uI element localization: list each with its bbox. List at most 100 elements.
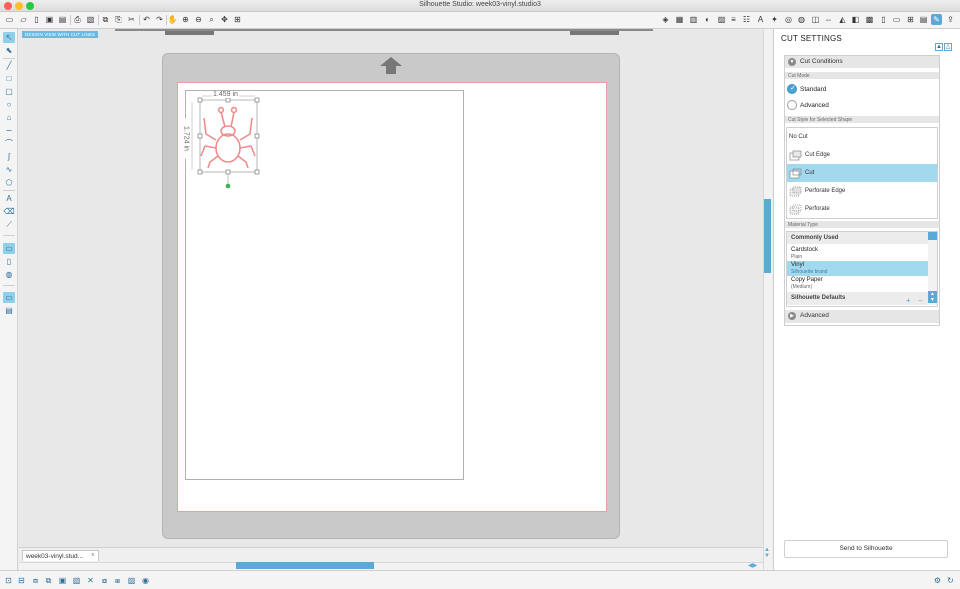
fill-icon[interactable]: ◈ bbox=[660, 14, 671, 25]
zoom-out-icon[interactable]: ⊖ bbox=[193, 14, 204, 25]
close-tab-icon[interactable]: x bbox=[92, 552, 95, 558]
polygon-tool-icon[interactable]: ⌂ bbox=[3, 112, 15, 123]
radio-advanced[interactable] bbox=[787, 100, 797, 110]
modify-shape-icon[interactable]: ⧆ bbox=[112, 575, 123, 586]
regular-polygon-icon[interactable]: ⬠ bbox=[3, 177, 15, 188]
print-icon[interactable]: ⎙ bbox=[72, 14, 83, 25]
send-print-icon[interactable]: ▧ bbox=[85, 14, 96, 25]
new-document-icon[interactable]: ▭ bbox=[4, 14, 15, 25]
arc-tool-icon[interactable]: ⌒ bbox=[3, 138, 15, 149]
rounded-rectangle-tool-icon[interactable]: ▢ bbox=[3, 86, 15, 97]
undo-icon[interactable]: ↶ bbox=[141, 14, 152, 25]
mode-advanced-option[interactable]: Advanced bbox=[787, 100, 829, 110]
image-effects-icon[interactable]: ▩ bbox=[864, 14, 875, 25]
store-tool-icon[interactable]: ◍ bbox=[3, 269, 15, 280]
library-tool-icon[interactable]: ▯ bbox=[3, 256, 15, 267]
horizontal-scrollbar[interactable] bbox=[19, 562, 763, 570]
material-copy-paper[interactable]: Copy Paper (Medium) bbox=[787, 276, 928, 291]
cut-style-cut[interactable]: Cut bbox=[787, 164, 937, 182]
advanced-header[interactable]: ▶ Advanced bbox=[785, 310, 939, 323]
release-compound-icon[interactable]: ⧉ bbox=[43, 575, 54, 586]
knockout-icon[interactable]: ◉ bbox=[140, 575, 151, 586]
ungroup-icon[interactable]: ⊟ bbox=[16, 575, 27, 586]
vertical-scrollbar[interactable] bbox=[763, 29, 772, 570]
replicate-icon[interactable]: ☷ bbox=[741, 14, 752, 25]
edit-points-icon[interactable]: ⬉ bbox=[3, 45, 15, 56]
smooth-freehand-icon[interactable]: ∿ bbox=[3, 164, 15, 175]
document-tab[interactable]: week03-vinyl.stud... x bbox=[22, 550, 99, 561]
save-icon[interactable]: ▣ bbox=[44, 14, 55, 25]
grid-icon[interactable]: ⊞ bbox=[905, 14, 916, 25]
material-vinyl[interactable]: Vinyl Silhouette brand bbox=[787, 261, 928, 276]
scroll-left-icon[interactable]: ◀▶ bbox=[748, 562, 757, 569]
modify-icon[interactable]: ◫ bbox=[810, 14, 821, 25]
view-mode-icon[interactable]: ▭ bbox=[3, 292, 15, 303]
line-tool-icon[interactable]: ╱ bbox=[3, 60, 15, 71]
material-cardstock[interactable]: Cardstock Plain bbox=[787, 246, 928, 261]
ellipse-tool-icon[interactable]: ○ bbox=[3, 99, 15, 110]
compound-path-icon[interactable]: ⧈ bbox=[30, 575, 41, 586]
group-icon[interactable]: ⊡ bbox=[3, 575, 14, 586]
eraser-icon[interactable]: ◧ bbox=[850, 14, 861, 25]
transform-icon[interactable]: ⇔ bbox=[823, 14, 834, 25]
split-view-icon[interactable]: ▤ bbox=[3, 305, 15, 316]
panel-collapse-icon[interactable]: △ bbox=[944, 43, 952, 51]
knife-tool-icon[interactable]: ⟋ bbox=[3, 219, 15, 230]
select-tool-icon[interactable]: ↖ bbox=[3, 32, 15, 43]
remove-material-icon[interactable]: − bbox=[918, 296, 923, 305]
gradient-icon[interactable]: ◐ bbox=[702, 14, 713, 25]
cut-style-no-cut[interactable]: No Cut bbox=[787, 128, 937, 146]
delete-icon[interactable]: ✕ bbox=[85, 575, 96, 586]
cut-style-cut-edge[interactable]: Cut Edge bbox=[787, 146, 937, 164]
material-scroll-thumb[interactable] bbox=[928, 232, 937, 240]
line-style-icon[interactable]: ▥ bbox=[688, 14, 699, 25]
cut-icon[interactable]: ✂ bbox=[126, 14, 137, 25]
point-icon[interactable]: ✦ bbox=[769, 14, 780, 25]
copy-icon[interactable]: ⧉ bbox=[100, 14, 111, 25]
cut-conditions-header[interactable]: ▼ Cut Conditions bbox=[785, 56, 939, 68]
radio-standard[interactable] bbox=[787, 84, 797, 94]
trace-icon[interactable]: ◍ bbox=[796, 14, 807, 25]
lock-icon[interactable]: ▨ bbox=[126, 575, 137, 586]
rectangle-tool-icon[interactable]: □ bbox=[3, 73, 15, 84]
library-icon[interactable]: ▤ bbox=[918, 14, 929, 25]
scroll-up-down-icon[interactable]: ▲ ▼ bbox=[764, 547, 770, 559]
zoom-select-icon[interactable]: ⌕ bbox=[206, 14, 217, 25]
horizontal-scroll-thumb[interactable] bbox=[236, 562, 374, 569]
cut-settings-icon[interactable]: ✎ bbox=[931, 14, 942, 25]
cut-style-perforate-edge[interactable]: Perforate Edge bbox=[787, 182, 937, 200]
send-back-icon[interactable]: ▧ bbox=[71, 575, 82, 586]
redo-icon[interactable]: ↷ bbox=[154, 14, 165, 25]
send-icon[interactable]: ⇪ bbox=[945, 14, 956, 25]
vertical-scroll-thumb[interactable] bbox=[764, 199, 771, 273]
fit-page-icon[interactable]: ⊞ bbox=[232, 14, 243, 25]
refresh-icon[interactable]: ↻ bbox=[945, 575, 956, 586]
registration-icon[interactable]: ▭ bbox=[891, 14, 902, 25]
page-setup-icon[interactable]: ▯ bbox=[878, 14, 889, 25]
bug-shape[interactable] bbox=[186, 90, 266, 190]
weld-icon[interactable]: ⧇ bbox=[99, 575, 110, 586]
bring-front-icon[interactable]: ▣ bbox=[57, 575, 68, 586]
open-recent-icon[interactable]: ▯ bbox=[31, 14, 42, 25]
paste-icon[interactable]: ⎘ bbox=[113, 14, 124, 25]
eraser-tool-icon[interactable]: ⌫ bbox=[3, 206, 15, 217]
text-icon[interactable]: A bbox=[755, 14, 766, 25]
add-material-icon[interactable]: + bbox=[906, 296, 911, 305]
open-icon[interactable]: ▱ bbox=[18, 14, 29, 25]
zoom-drag-icon[interactable]: ✥ bbox=[219, 14, 230, 25]
freehand-tool-icon[interactable]: ∫ bbox=[3, 151, 15, 162]
settings-gear-icon[interactable]: ⚙ bbox=[932, 575, 943, 586]
line-color-icon[interactable]: ▦ bbox=[674, 14, 685, 25]
mode-standard-option[interactable]: Standard bbox=[787, 84, 826, 94]
cut-style-perforate[interactable]: Perforate bbox=[787, 200, 937, 218]
pan-icon[interactable]: ✋ bbox=[167, 14, 178, 25]
pattern-icon[interactable]: ▨ bbox=[716, 14, 727, 25]
send-to-silhouette-button[interactable]: Send to Silhouette bbox=[784, 540, 948, 558]
align-icon[interactable]: ≡ bbox=[728, 14, 739, 25]
panel-pin-icon[interactable]: ▲ bbox=[935, 43, 943, 51]
save-library-icon[interactable]: ▤ bbox=[57, 14, 68, 25]
zoom-in-icon[interactable]: ⊕ bbox=[180, 14, 191, 25]
curve-tool-icon[interactable]: ∽ bbox=[3, 125, 15, 136]
offset-icon[interactable]: ◎ bbox=[783, 14, 794, 25]
knife-icon[interactable]: ◭ bbox=[837, 14, 848, 25]
